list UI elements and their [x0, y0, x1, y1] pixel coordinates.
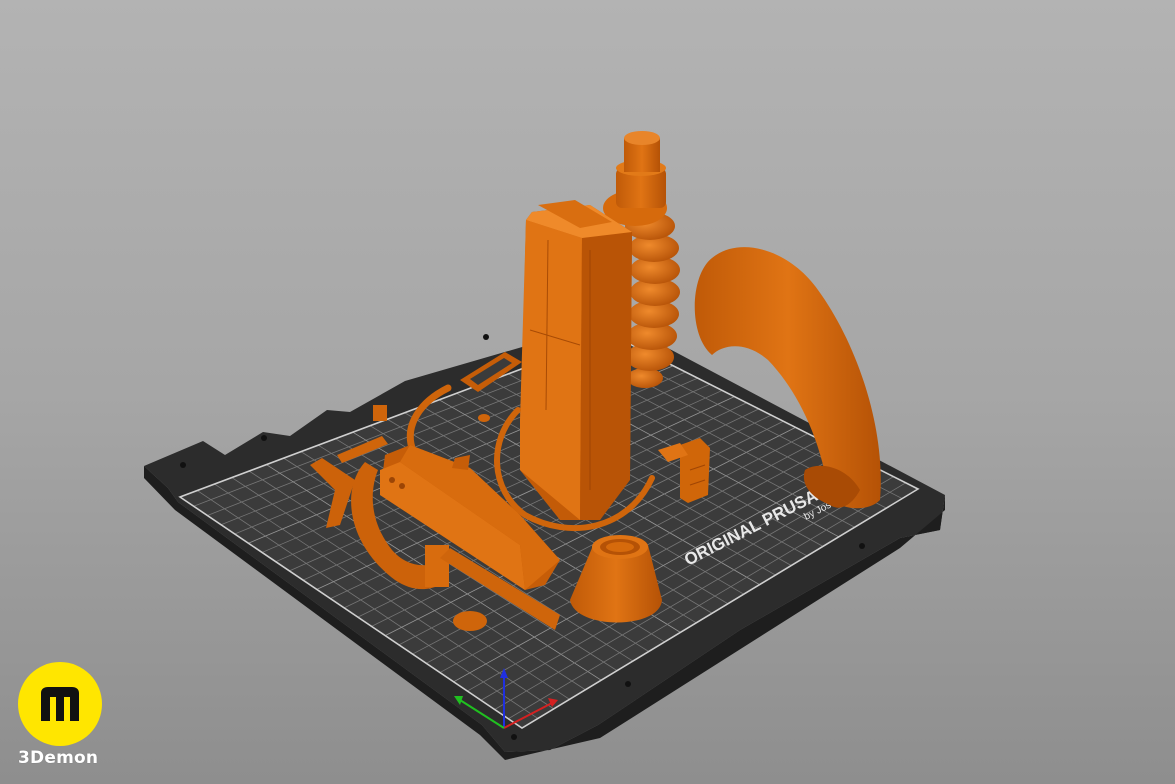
brand-name: 3Demon	[18, 748, 99, 768]
model-tall-block[interactable]	[520, 200, 632, 520]
brand-logo: 3Demon	[18, 662, 104, 772]
model-pill[interactable]	[453, 611, 487, 631]
m-logo-icon	[41, 687, 79, 721]
model-peg-1[interactable]	[373, 405, 387, 421]
3d-viewport[interactable]: ORIGINAL PRUSA i3 by Jose	[0, 0, 1175, 784]
model-dot[interactable]	[478, 414, 490, 422]
model-bracket-block	[425, 545, 449, 587]
logo-badge	[18, 662, 102, 746]
